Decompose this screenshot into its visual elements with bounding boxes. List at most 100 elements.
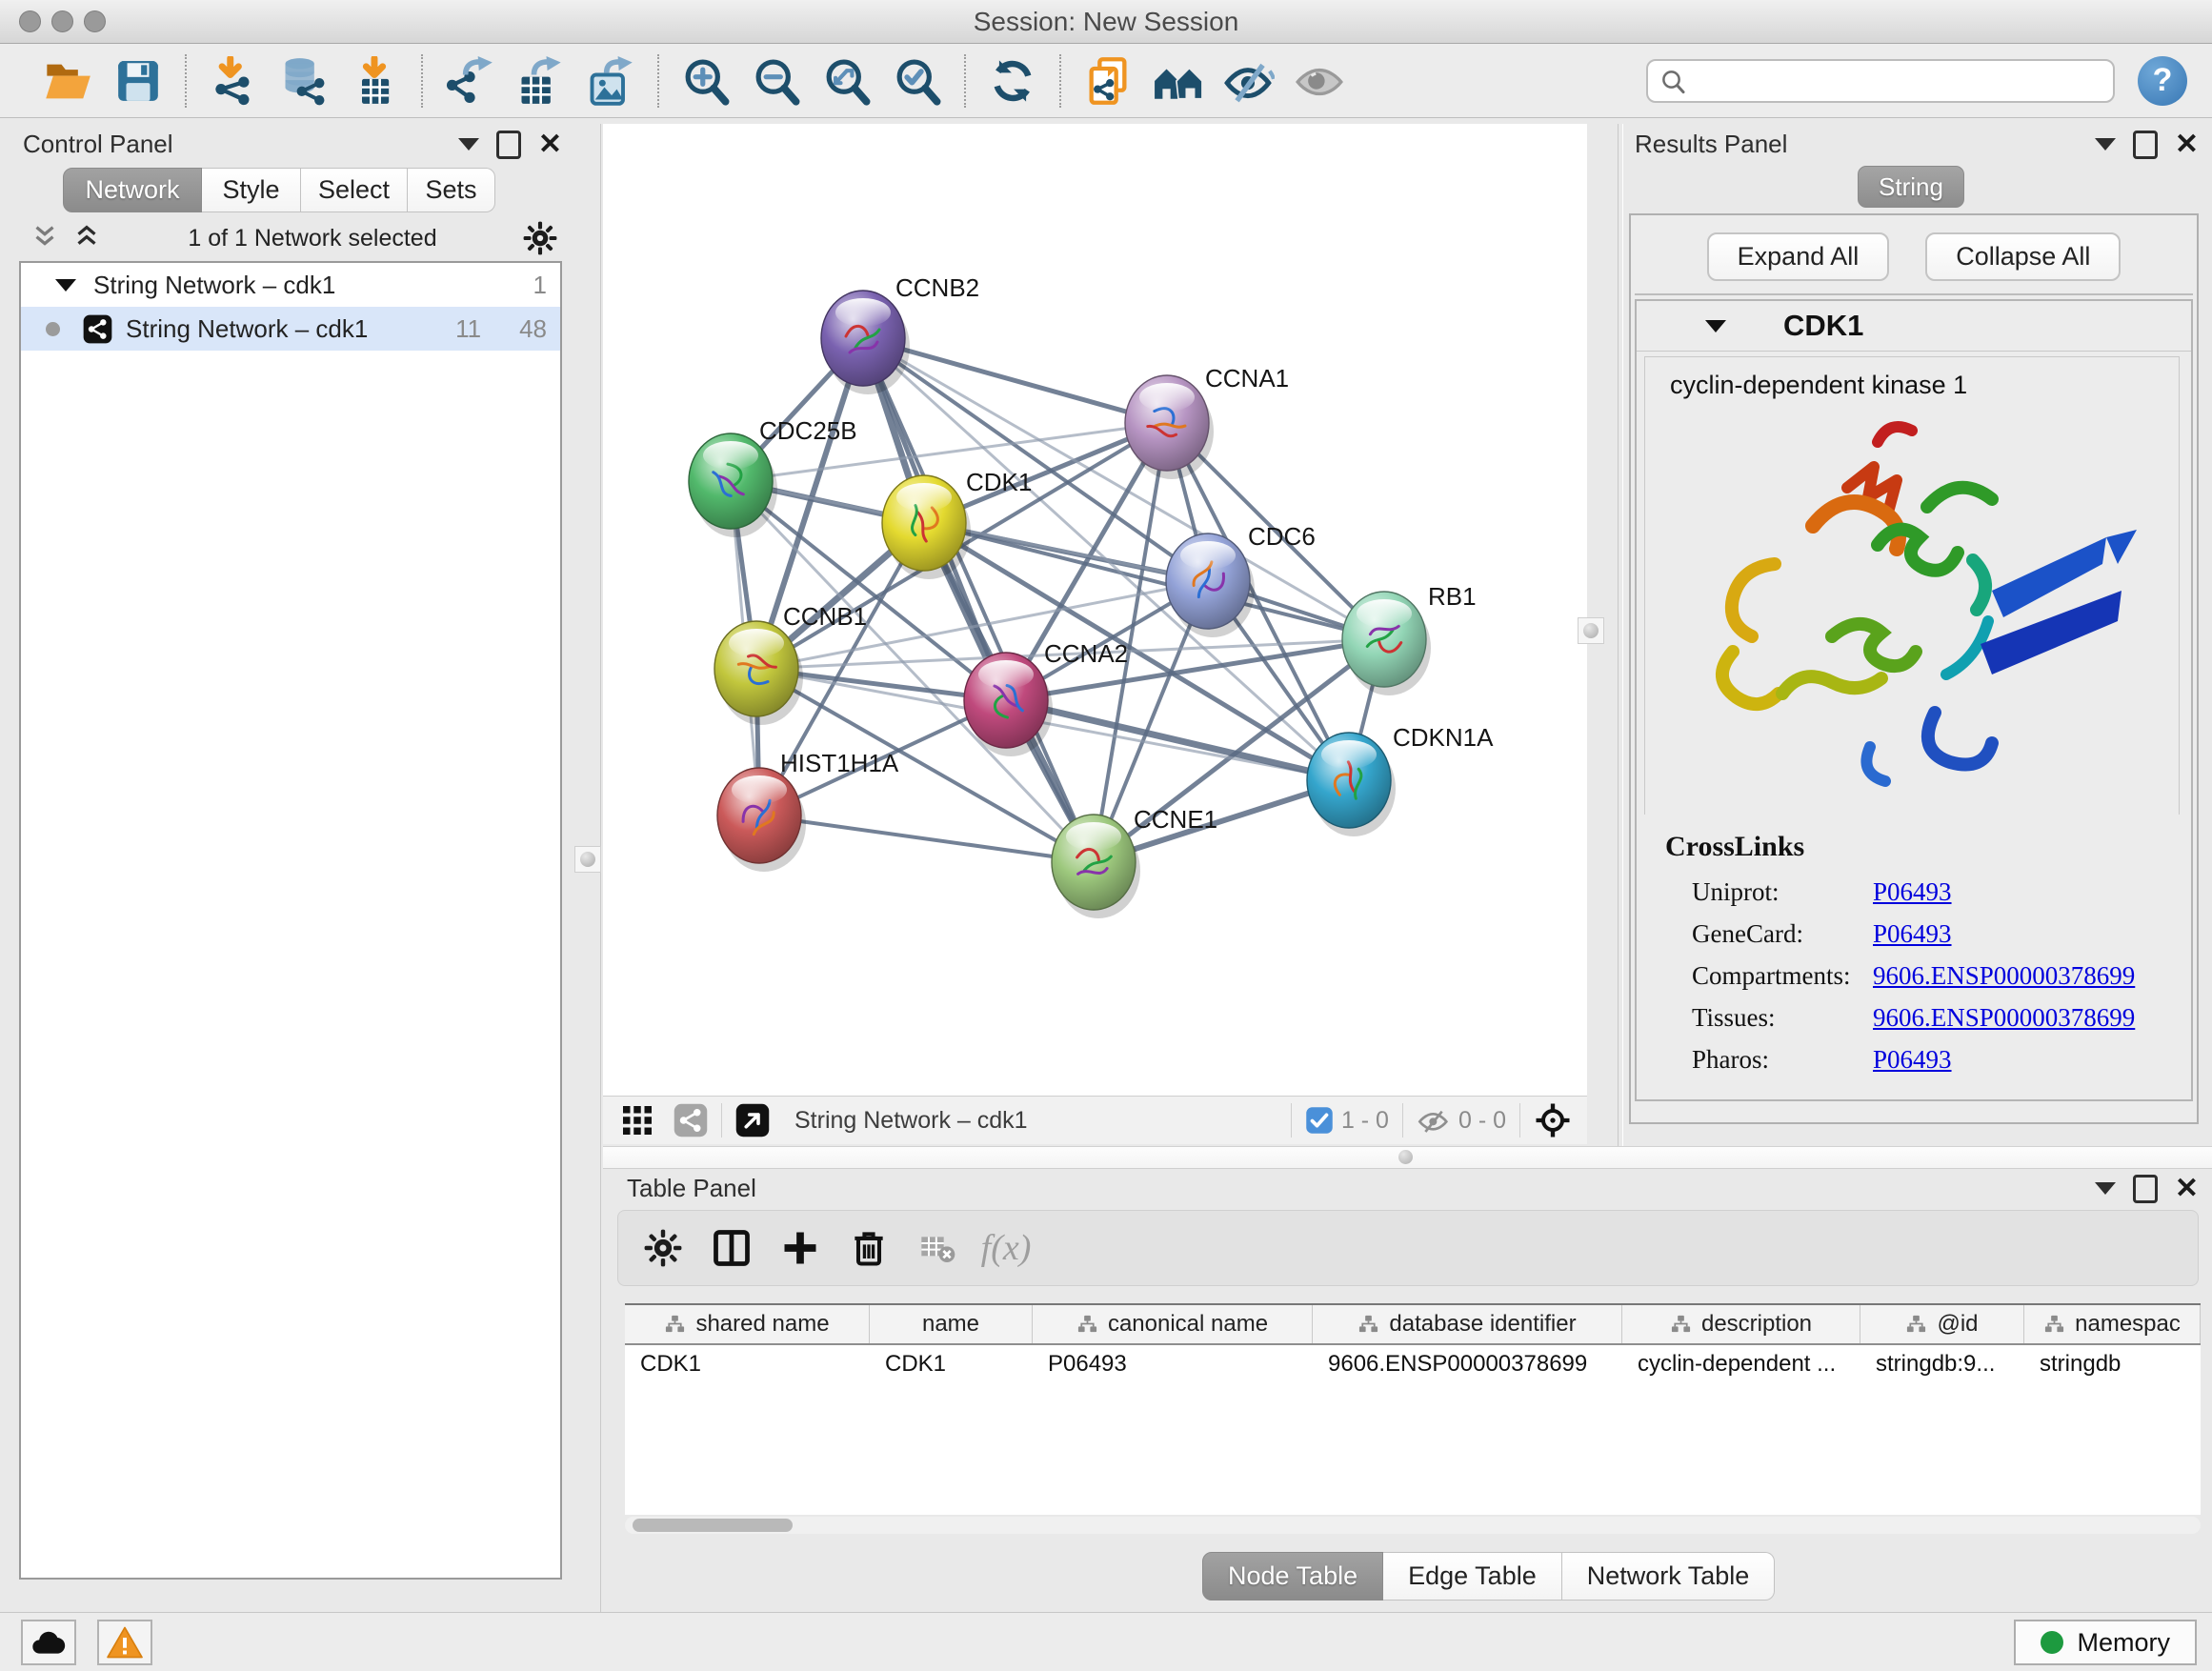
column-header-canonical-name[interactable]: canonical name [1033,1305,1313,1343]
show-all-button[interactable] [1291,51,1348,111]
selected-checkbox-icon[interactable] [1305,1106,1334,1135]
column-header-name[interactable]: name [870,1305,1033,1343]
panel-float-icon[interactable] [496,131,521,159]
export-network-button[interactable] [441,51,498,111]
birdseye-view-icon[interactable] [735,1103,770,1137]
tab-network[interactable]: Network [63,168,202,212]
table-cell[interactable]: CDK1 [870,1345,1033,1383]
network-node-RB1[interactable]: RB1 [1342,582,1477,695]
table-cell[interactable]: cyclin-dependent ... [1622,1345,1860,1383]
tab-edge-table[interactable]: Edge Table [1383,1552,1562,1601]
help-button[interactable]: ? [2138,56,2187,106]
network-node-CDKN1A[interactable]: CDKN1A [1307,723,1494,836]
table-cell[interactable]: CDK1 [625,1345,870,1383]
panel-close-icon[interactable]: ✕ [538,131,562,159]
clone-network-button[interactable] [1079,51,1136,111]
panel-float-icon[interactable] [2133,131,2158,159]
network-node-CCNB2[interactable]: CCNB2 [821,273,979,394]
collection-collapse-icon[interactable] [55,279,76,292]
panel-menu-icon[interactable] [2095,138,2116,151]
collapse-all-icon[interactable] [29,222,61,254]
scrollbar-thumb[interactable] [633,1519,793,1532]
crosslink-link[interactable]: P06493 [1873,919,1952,949]
crosslink-link[interactable]: P06493 [1873,1045,1952,1075]
network-view-icon[interactable] [674,1103,708,1137]
panel-close-icon[interactable]: ✕ [2175,131,2199,159]
fit-content-icon[interactable] [1534,1101,1572,1139]
right-splitter[interactable] [1618,124,1619,1146]
import-network-file-button[interactable] [205,51,262,111]
panel-menu-icon[interactable] [458,138,479,151]
import-table-button[interactable] [346,51,403,111]
cloud-status-button[interactable] [21,1620,76,1665]
collapse-all-button[interactable]: Collapse All [1925,232,2121,281]
memory-button[interactable]: Memory [2014,1620,2197,1665]
tab-node-table[interactable]: Node Table [1202,1552,1383,1601]
import-network-database-button[interactable] [275,51,332,111]
save-session-button[interactable] [110,51,167,111]
network-node-CDK1[interactable]: CDK1 [882,468,1032,579]
table-cell[interactable]: stringdb:9... [1860,1345,2024,1383]
network-collection-row[interactable]: String Network – cdk1 1 [21,263,560,307]
open-session-button[interactable] [39,51,96,111]
first-neighbors-button[interactable] [1150,51,1207,111]
tab-select[interactable]: Select [301,168,408,212]
gene-header-row[interactable]: CDK1 [1637,301,2191,352]
gear-icon[interactable] [522,220,558,256]
column-header-namespac[interactable]: namespac [2024,1305,2201,1343]
crosslink-link[interactable]: 9606.ENSP00000378699 [1873,961,2135,991]
network-node-HIST1H1A[interactable]: HIST1H1A [717,749,899,872]
zoom-in-button[interactable] [677,51,734,111]
panel-close-icon[interactable]: ✕ [2175,1175,2199,1203]
network-node-CDC6[interactable]: CDC6 [1166,522,1316,637]
network-edge[interactable] [759,815,1094,862]
column-header-database-identifier[interactable]: database identifier [1313,1305,1622,1343]
crosslink-link[interactable]: 9606.ENSP00000378699 [1873,1003,2135,1033]
tab-style[interactable]: Style [202,168,301,212]
export-image-button[interactable] [582,51,639,111]
network-node-CDC25B[interactable]: CDC25B [689,416,857,537]
delete-table-button[interactable] [910,1220,965,1276]
grid-view-icon[interactable] [620,1103,654,1137]
show-columns-button[interactable] [704,1220,759,1276]
add-column-button[interactable] [773,1220,828,1276]
zoom-out-button[interactable] [748,51,805,111]
delete-column-button[interactable] [841,1220,896,1276]
column-header-shared-name[interactable]: shared name [625,1305,870,1343]
left-splitter-grip[interactable] [574,846,601,873]
crosslink-link[interactable]: P06493 [1873,877,1952,907]
expand-all-icon[interactable] [70,222,103,254]
panel-menu-icon[interactable] [2095,1182,2116,1195]
gene-collapse-icon[interactable] [1705,320,1726,332]
table-cell[interactable]: 9606.ENSP00000378699 [1313,1345,1622,1383]
column-header-@id[interactable]: @id [1860,1305,2024,1343]
refresh-view-button[interactable] [984,51,1041,111]
hidden-eye-icon[interactable] [1417,1105,1451,1136]
network-node-CCNE1[interactable]: CCNE1 [1052,805,1217,918]
network-edge[interactable] [863,338,1094,862]
table-settings-button[interactable] [635,1220,691,1276]
panel-float-icon[interactable] [2133,1175,2158,1203]
zoom-selected-button[interactable] [889,51,946,111]
protein-structure-image [1664,408,2160,808]
network-row[interactable]: String Network – cdk1 11 48 [21,307,560,351]
column-header-description[interactable]: description [1622,1305,1860,1343]
tab-network-table[interactable]: Network Table [1562,1552,1776,1601]
expand-all-button[interactable]: Expand All [1707,232,1890,281]
tab-sets[interactable]: Sets [408,168,495,212]
zoom-fit-button[interactable] [818,51,875,111]
table-row[interactable]: CDK1CDK1P064939606.ENSP00000378699cyclin… [625,1345,2201,1383]
network-node-CCNA2[interactable]: CCNA2 [964,639,1128,756]
tab-string[interactable]: String [1858,166,1964,208]
hide-selected-button[interactable] [1220,51,1277,111]
network-canvas[interactable]: CCNB2CCNA1CDC25BCDK1CDC6RB1CCNB1CCNA2CDK… [603,124,1587,1096]
warnings-button[interactable] [97,1620,152,1665]
function-builder-button[interactable]: f(x) [978,1220,1034,1276]
right-splitter-grip[interactable] [1578,617,1604,644]
horizontal-splitter-grip[interactable] [1398,1150,1413,1164]
network-edge[interactable] [1006,700,1349,780]
search-input[interactable] [1646,59,2115,103]
export-table-button[interactable] [512,51,569,111]
table-cell[interactable]: P06493 [1033,1345,1313,1383]
table-cell[interactable]: stringdb [2024,1345,2201,1383]
